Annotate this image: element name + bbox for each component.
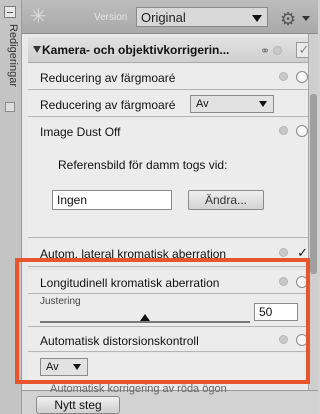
bottom-bar: Automatisk korrigering av röda ögon Nytt… (22, 383, 318, 414)
lateral-label: Autom. lateral kromatisk aberration (40, 247, 227, 261)
status-dot-icon (279, 277, 288, 286)
moire-select-label: Reducering av färgmoaré (40, 98, 176, 112)
row-longitudinal: Longitudinell kromatisk aberration (28, 270, 316, 294)
longitudinal-label: Longitudinell kromatisk aberration (40, 276, 220, 290)
cut-off-label: Automatisk korrigering av röda ögon (50, 383, 227, 395)
side-label: Redigeringar (7, 24, 19, 87)
distortion-label: Automatisk distorsionskontroll (40, 334, 199, 348)
status-dot-icon (273, 46, 282, 55)
adjust-slider-thumb[interactable] (140, 314, 150, 321)
distortion-select-value: Av (46, 361, 59, 373)
dust-off-radio[interactable] (296, 125, 308, 137)
row-dust-off: Image Dust Off Referensbild för damm tog… (28, 118, 316, 238)
status-dot-icon (279, 335, 288, 344)
moire-label: Reducering av färgmoaré (40, 71, 176, 85)
scrollbar-thumb[interactable] (310, 94, 317, 274)
moire-radio[interactable] (296, 71, 308, 83)
status-dot-icon (279, 248, 288, 257)
gear-icon[interactable]: ⚙ (280, 9, 300, 29)
lateral-check-icon[interactable]: ✓ (297, 245, 308, 261)
adjust-label: Justering (40, 296, 81, 307)
version-label: Version (94, 12, 128, 23)
status-dot-icon (279, 126, 288, 135)
adjust-slider-track[interactable] (40, 321, 250, 323)
chevron-down-icon (252, 15, 262, 22)
dust-ref-field[interactable]: Ingen (52, 190, 172, 210)
row-distortion-select: Av (28, 353, 316, 381)
adjust-value-field[interactable]: 50 (254, 303, 298, 321)
row-distortion: Automatisk distorsionskontroll (28, 328, 316, 352)
row-adjust-slider: Justering 0 100 50 (28, 295, 316, 337)
chevron-down-icon (259, 101, 267, 107)
version-toolbar: ✳ Version Original ⚙ (22, 0, 318, 34)
chevron-down-icon (73, 364, 81, 370)
longitudinal-radio[interactable] (296, 276, 308, 288)
distortion-radio[interactable] (296, 334, 308, 346)
section-title: Kamera- och objektivkorrigerin... (42, 43, 230, 57)
row-moire: Reducering av färgmoaré (28, 64, 316, 90)
dust-off-label: Image Dust Off (40, 125, 121, 139)
change-button[interactable]: Ändra... (188, 190, 264, 210)
row-lateral: Autom. lateral kromatisk aberration ✓ (28, 239, 316, 267)
collapse-triangle-icon[interactable] (33, 46, 41, 53)
gear-menu-caret-icon[interactable] (302, 16, 310, 21)
moire-select-value: Av (196, 98, 209, 110)
dust-ref-label: Referensbild för damm togs vid: (58, 158, 228, 172)
version-select[interactable]: Original (136, 7, 268, 27)
collapse-box-icon[interactable] (4, 6, 16, 18)
moire-select[interactable]: Av (190, 95, 274, 113)
status-dot-icon (279, 72, 288, 81)
adjustments-panel: Kamera- och objektivkorrigerin... ⚭ ✓ Re… (22, 34, 318, 390)
side-strip: Redigeringar (0, 0, 22, 414)
side-square-icon[interactable] (5, 102, 15, 112)
vertical-scrollbar[interactable] (308, 34, 318, 390)
sparkle-icon: ✳ (30, 6, 47, 28)
new-step-button[interactable]: Nytt steg (36, 396, 120, 414)
distortion-select[interactable]: Av (40, 358, 88, 376)
version-select-value: Original (141, 10, 186, 25)
link-icon[interactable]: ⚭ (260, 44, 270, 58)
row-moire-select: Reducering av färgmoaré Av (28, 91, 316, 117)
section-header[interactable]: Kamera- och objektivkorrigerin... ⚭ ✓ (28, 37, 316, 63)
